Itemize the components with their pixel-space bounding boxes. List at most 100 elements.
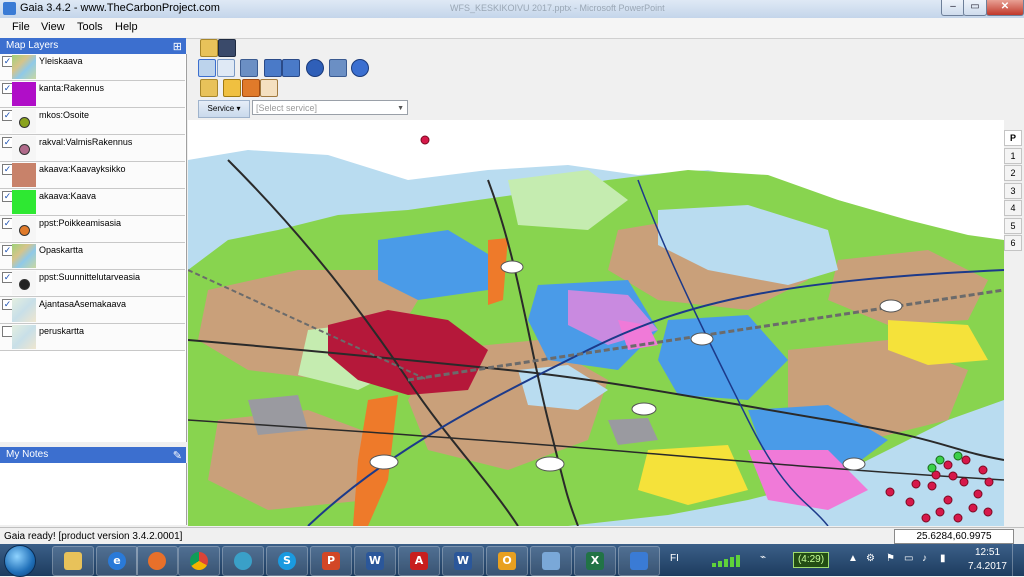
page-tab[interactable]: 6 (1004, 235, 1022, 251)
service-button[interactable]: Service ▾ (198, 100, 250, 118)
show-hidden-icons[interactable]: ▲ (848, 553, 858, 564)
taskbar-skype[interactable]: S (266, 546, 308, 576)
service-select[interactable]: [Select service] ▼ (252, 100, 408, 115)
layer-row[interactable]: ✓ akaava:Kaavayksikko (0, 162, 185, 189)
taskbar-chrome[interactable] (178, 546, 220, 576)
layer-name: peruskartta (39, 326, 85, 336)
layer-name: kanta:Rakennus (39, 83, 105, 93)
signal-strength-icon[interactable] (712, 553, 746, 567)
menu-bar: File View Tools Help (0, 18, 1024, 39)
layer-name: ppst:Poikkeamisasia (39, 218, 122, 228)
pdf-icon: A (410, 552, 428, 570)
taskbar-firefox[interactable] (136, 546, 178, 576)
junction (500, 260, 524, 274)
forward-arrow-icon[interactable] (282, 59, 300, 77)
menu-tools[interactable]: Tools (77, 21, 103, 33)
maximize-button[interactable]: ▭ (963, 0, 987, 16)
word-icon: W (366, 552, 384, 570)
layer-swatch (12, 325, 36, 349)
layer-row[interactable]: ✓ kanta:Rakennus (0, 81, 185, 108)
taskbar-word-1[interactable]: W (354, 546, 396, 576)
volume-icon[interactable]: ♪ (922, 553, 927, 564)
edit-pencil-icon[interactable] (223, 79, 241, 97)
layer-symbol-dot (19, 144, 30, 155)
layer-row[interactable]: ✓ Yleiskaava (0, 54, 185, 81)
close-button[interactable]: ✕ (986, 0, 1024, 16)
layer-row[interactable]: peruskartta (0, 324, 185, 351)
page-tab[interactable]: 1 (1004, 147, 1022, 164)
back-arrow-icon[interactable] (264, 59, 282, 77)
page-tab-header[interactable]: P (1004, 130, 1022, 146)
full-extent-icon[interactable] (329, 59, 347, 77)
taskbar-control[interactable] (530, 546, 572, 576)
flag-icon[interactable]: ⚑ (886, 553, 895, 564)
battery-indicator[interactable]: (4:29) (793, 552, 829, 568)
clock-date[interactable]: 7.4.2017 (968, 561, 1007, 572)
layer-name: ppst:Suunnittelutarveasia (39, 272, 141, 282)
tray-sync-icon[interactable]: ⚙ (866, 553, 875, 564)
layer-row[interactable]: ✓ rakval:ValmisRakennus (0, 135, 185, 162)
battery-icon[interactable]: ▮ (940, 553, 946, 564)
point-feature[interactable] (420, 135, 430, 145)
zoom-in-icon[interactable] (198, 59, 216, 77)
file-toolbar (190, 39, 1010, 57)
open-folder-icon[interactable] (200, 39, 218, 57)
junction (535, 456, 565, 472)
language-indicator[interactable]: FI (670, 553, 679, 564)
display-icon[interactable]: ▭ (904, 553, 913, 564)
add-note-icon[interactable]: ✎ (173, 448, 182, 464)
layer-swatch (12, 163, 36, 187)
taskbar-excel[interactable]: X (574, 546, 616, 576)
start-button[interactable] (4, 545, 36, 577)
page-tab[interactable]: 5 (1004, 217, 1022, 234)
skype-icon: S (278, 552, 296, 570)
chevron-down-icon: ▼ (397, 105, 404, 112)
firefox-icon (148, 552, 166, 570)
taskbar-acrobat[interactable]: A (398, 546, 440, 576)
map-view[interactable] (188, 120, 1004, 526)
menu-help[interactable]: Help (115, 21, 138, 33)
junction (879, 299, 903, 313)
layer-row[interactable]: ✓ AjantasaAsemakaava (0, 297, 185, 324)
page-tab[interactable]: 2 (1004, 165, 1022, 181)
add-layer-icon[interactable]: ⊞ (173, 39, 182, 55)
map-canvas[interactable] (188, 120, 1004, 526)
taskbar-explorer[interactable] (52, 546, 94, 576)
map-layers-header: Map Layers ⊞ (0, 38, 186, 54)
zoom-out-icon[interactable] (217, 59, 235, 77)
select-feature-icon[interactable] (200, 79, 218, 97)
minimize-button[interactable]: – (941, 0, 965, 16)
menu-file[interactable]: File (12, 21, 30, 33)
taskbar-powerpoint[interactable]: P (310, 546, 352, 576)
layer-name: mkos:Osoite (39, 110, 90, 120)
taskbar-ie[interactable]: e (96, 546, 138, 576)
taskbar-word-2[interactable]: W (442, 546, 484, 576)
edit-attributes-icon[interactable] (260, 79, 278, 97)
layer-row[interactable]: ✓ akaava:Kaava (0, 189, 185, 216)
layer-row[interactable]: ✓ mkos:Osoite (0, 108, 185, 135)
powerpoint-icon: P (322, 552, 340, 570)
junction (842, 457, 866, 471)
taskbar-gaia[interactable] (222, 546, 264, 576)
taskbar-outlook[interactable]: O (486, 546, 528, 576)
page-tab[interactable]: 3 (1004, 182, 1022, 199)
layer-swatch (12, 82, 36, 106)
delete-feature-icon[interactable] (242, 79, 260, 97)
layer-row[interactable]: ✓ Opaskartta (0, 243, 185, 270)
layer-row[interactable]: ✓ ppst:Suunnittelutarveasia (0, 270, 185, 297)
clock-time[interactable]: 12:51 (975, 547, 1000, 558)
chrome-icon (190, 552, 208, 570)
menu-view[interactable]: View (41, 21, 65, 33)
junction (369, 454, 399, 470)
save-icon[interactable] (218, 39, 236, 57)
page-tab[interactable]: 4 (1004, 200, 1022, 216)
refresh-icon[interactable] (351, 59, 369, 77)
pan-hand-icon[interactable] (240, 59, 258, 77)
my-notes-area[interactable] (0, 463, 187, 525)
map-layers-title: Map Layers (6, 40, 59, 51)
layer-row[interactable]: ✓ ppst:Poikkeamisasia (0, 216, 185, 243)
info-icon[interactable] (306, 59, 324, 77)
show-desktop-button[interactable] (1012, 544, 1024, 576)
taskbar-gaia-app[interactable] (618, 546, 660, 576)
network-icon[interactable]: ⌁ (760, 552, 766, 563)
